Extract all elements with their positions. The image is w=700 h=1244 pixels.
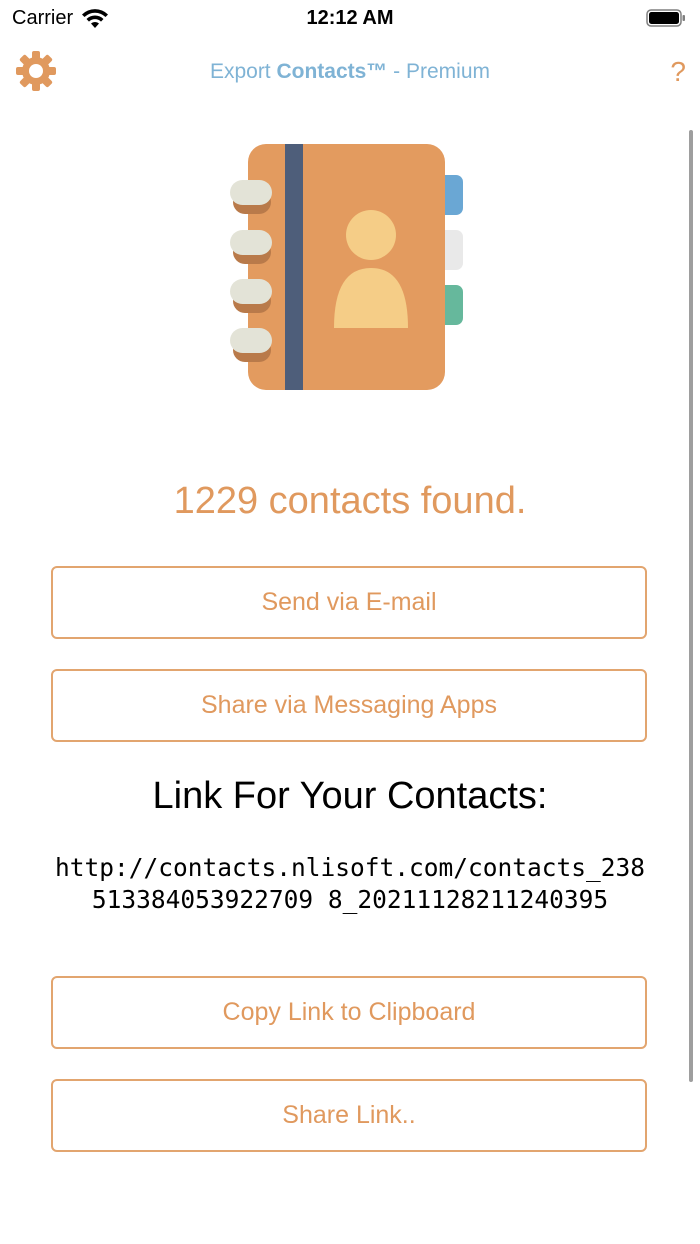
share-messaging-button[interactable]: Share via Messaging Apps bbox=[51, 669, 647, 742]
share-link-button[interactable]: Share Link.. bbox=[51, 1079, 647, 1152]
scroll-indicator[interactable] bbox=[689, 130, 693, 1082]
nav-title: Export Contacts™ - Premium bbox=[0, 60, 700, 84]
link-heading: Link For Your Contacts: bbox=[152, 775, 548, 817]
contacts-link-url: http://contacts.nlisoft.com/contacts_238… bbox=[54, 853, 645, 914]
address-book-icon bbox=[230, 144, 463, 390]
send-email-button[interactable]: Send via E-mail bbox=[51, 566, 647, 639]
copy-link-button[interactable]: Copy Link to Clipboard bbox=[51, 976, 647, 1049]
nav-title-bold: Contacts™ bbox=[276, 60, 388, 83]
nav-title-prefix: Export bbox=[209, 60, 277, 83]
help-button[interactable]: ? bbox=[670, 56, 686, 88]
status-time: 12:12 AM bbox=[306, 7, 394, 29]
navigation-bar: Export Contacts™ - Premium ? bbox=[0, 44, 700, 100]
nav-title-suffix: - Premium bbox=[387, 60, 491, 83]
battery-icon bbox=[646, 9, 685, 27]
contacts-found-label: 1229 contacts found. bbox=[173, 480, 527, 522]
status-bar: Carrier 12:12 AM bbox=[0, 0, 700, 40]
